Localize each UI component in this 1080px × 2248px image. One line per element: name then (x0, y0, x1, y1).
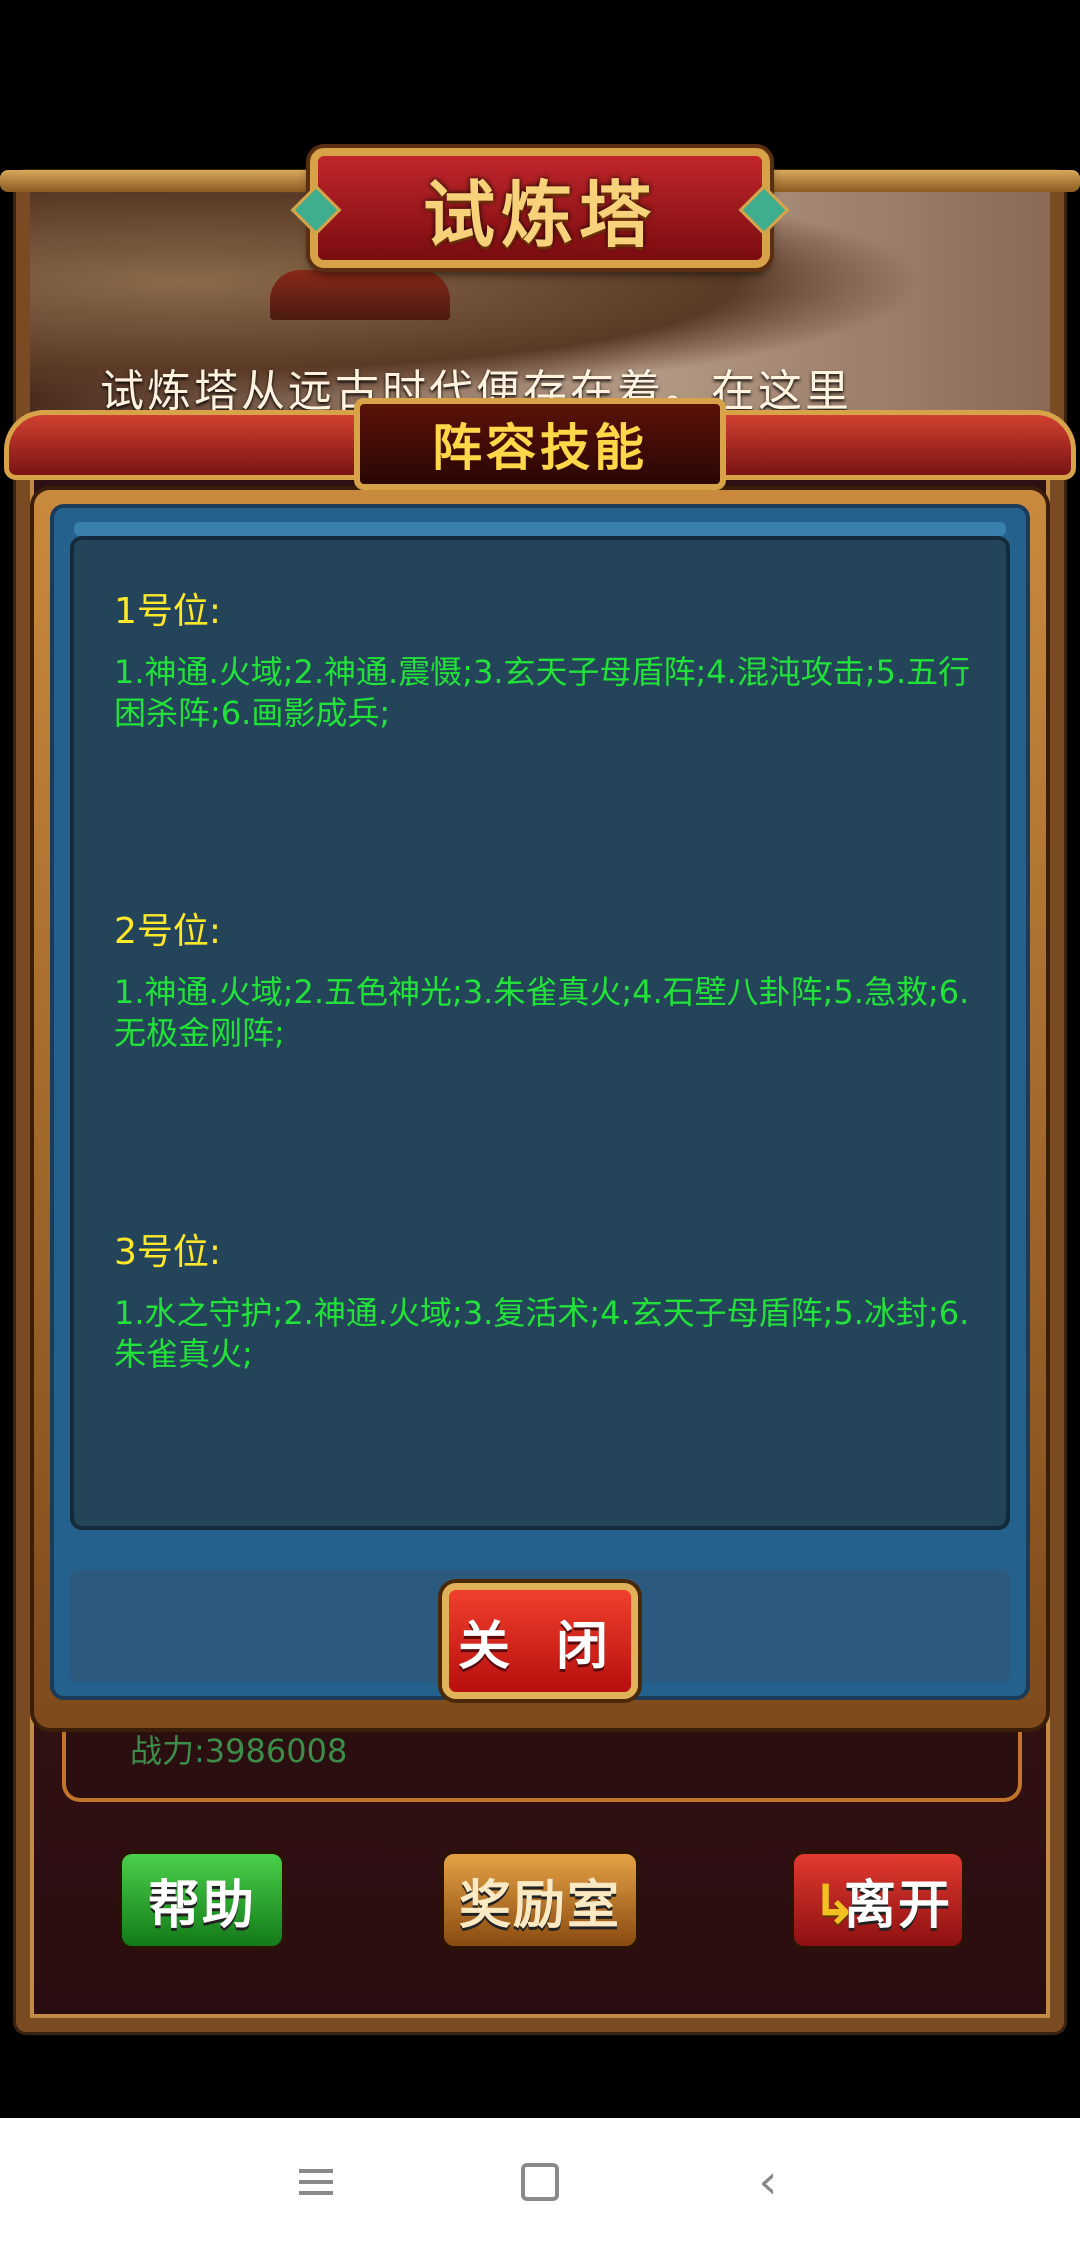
leave-button[interactable]: ↳ 离开 (790, 1850, 966, 1950)
slot-1: 1号位: 1.神通.火域;2.神通.震慑;3.玄天子母盾阵;4.混沌攻击;5.五… (114, 582, 974, 734)
slot-title: 1号位: (114, 591, 222, 632)
reward-room-button[interactable]: 奖励室 (440, 1850, 640, 1950)
system-nav-bar: ‹ (0, 2118, 1080, 2248)
skills-panel: 1号位: 1.神通.火域;2.神通.震慑;3.玄天子母盾阵;4.混沌攻击;5.五… (70, 536, 1010, 1530)
slot-title: 3号位: (114, 1232, 222, 1273)
slot-2: 2号位: 1.神通.火域;2.五色神光;3.朱雀真火;4.石壁八卦阵;5.急救;… (114, 902, 974, 1054)
slot-skills: 1.水之守护;2.神通.火域;3.复活术;4.玄天子母盾阵;5.冰封;6.朱雀真… (114, 1294, 970, 1373)
tower-title: 试炼塔 (422, 171, 657, 257)
modal-top-stripe (74, 522, 1006, 536)
modal-title: 阵容技能 (432, 419, 648, 477)
home-icon[interactable] (510, 2152, 570, 2212)
tower-title-plaque: 试炼塔 (290, 148, 790, 268)
pagoda-roof-image (270, 270, 450, 320)
menu-icon[interactable] (286, 2152, 346, 2212)
modal-header: 阵容技能 (4, 398, 1076, 490)
slot-3: 3号位: 1.水之守护;2.神通.火域;3.复活术;4.玄天子母盾阵;5.冰封;… (114, 1223, 974, 1375)
lineup-skills-modal: 阵容技能 1号位: 1.神通.火域;2.神通.震慑;3.玄天子母盾阵;4.混沌攻… (4, 398, 1076, 1728)
slot-skills: 1.神通.火域;2.神通.震慑;3.玄天子母盾阵;4.混沌攻击;5.五行困杀阵;… (114, 653, 971, 732)
help-button[interactable]: 帮助 (118, 1850, 286, 1950)
combat-power-text: 战力:3986008 (130, 1732, 348, 1770)
turn-arrow-icon: ↳ (812, 1873, 860, 1936)
back-icon[interactable]: ‹ (738, 2152, 798, 2212)
modal-title-plate: 阵容技能 (354, 398, 726, 490)
slot-skills: 1.神通.火域;2.五色神光;3.朱雀真火;4.石壁八卦阵;5.急救;6.无极金… (114, 973, 970, 1052)
leave-button-label: 离开 (843, 1875, 952, 1936)
close-button[interactable]: 关 闭 (442, 1583, 638, 1699)
slot-title: 2号位: (114, 911, 222, 952)
